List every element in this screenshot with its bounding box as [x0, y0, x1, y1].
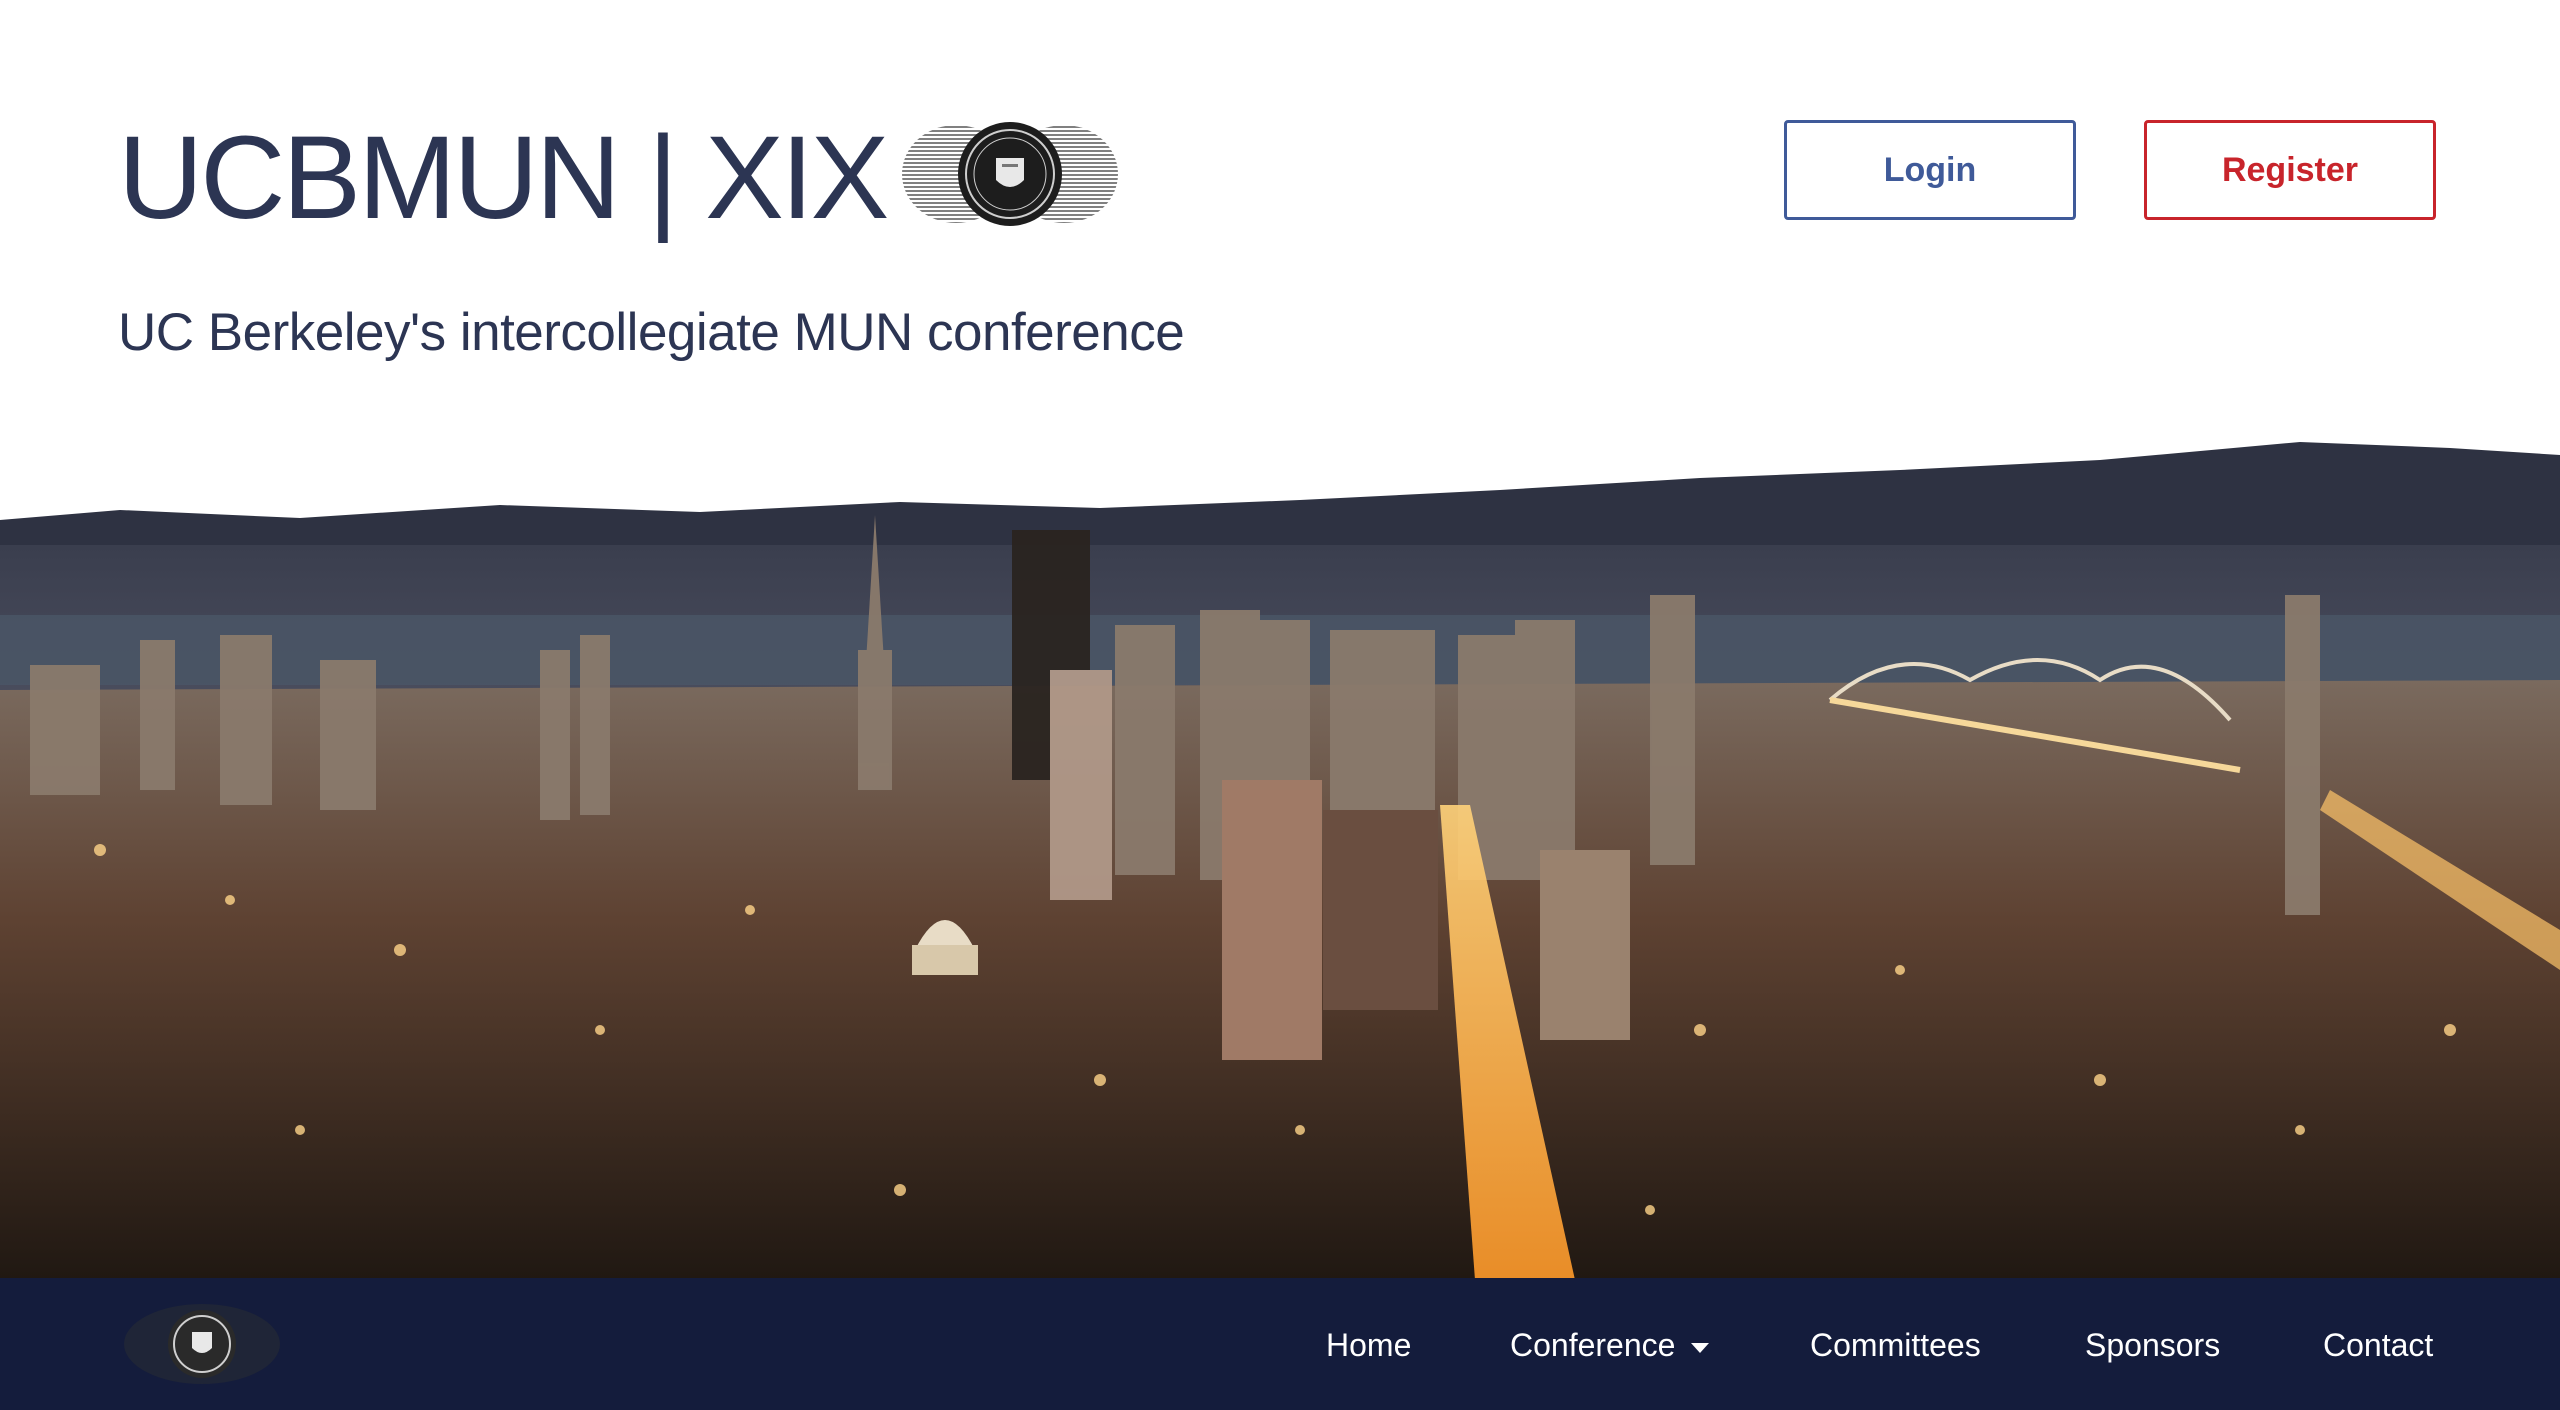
site-tagline: UC Berkeley's intercollegiate MUN confer… — [118, 303, 1185, 362]
login-button[interactable]: Login — [1784, 120, 2076, 220]
caret-down-icon — [1691, 1342, 1710, 1353]
san-francisco-skyline-image — [0, 442, 2560, 1280]
nav-item-home[interactable]: Home — [1326, 1318, 1411, 1372]
nav-item-sponsors[interactable]: Sponsors — [2085, 1318, 2220, 1372]
nav-item-committees[interactable]: Committees — [1810, 1318, 1981, 1372]
register-button[interactable]: Register — [2144, 120, 2436, 220]
nav-item-conference[interactable]: Conference — [1510, 1318, 1710, 1372]
nav-item-contact[interactable]: Contact — [2323, 1318, 2433, 1372]
ucbmun-seal-logo — [902, 122, 1118, 226]
site-title: UCBMUN | XIX — [118, 112, 889, 244]
site-header: UCBMUN | XIX UC Berkeley's intercollegia… — [0, 0, 2560, 470]
nav-item-conference-label: Conference — [1510, 1327, 1676, 1363]
ucbmun-seal-icon[interactable] — [122, 1302, 282, 1386]
